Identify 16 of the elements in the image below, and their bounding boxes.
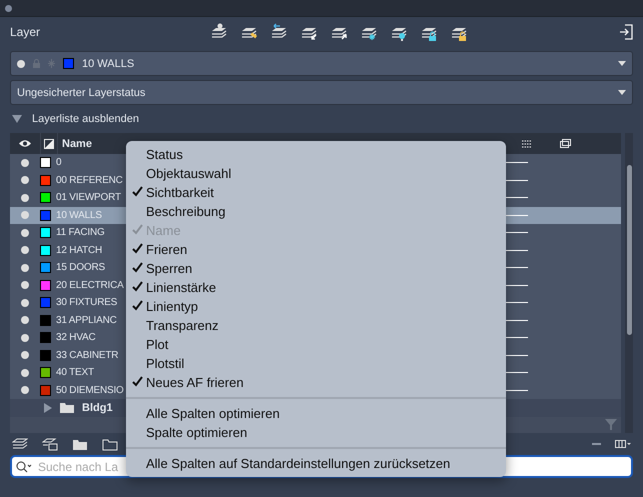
layer-name: 10 WALLS	[82, 58, 136, 70]
layer-name: 01 VIEWPORT	[56, 192, 121, 204]
layer-name: 31 APPLIANC	[56, 314, 117, 326]
layer-name: 12 HATCH	[56, 244, 102, 256]
layer-name: 11 FACING	[56, 227, 105, 238]
layer-name: 00 REFERENC	[56, 174, 123, 186]
layer-name: 50 DIEMENSIO	[56, 384, 124, 396]
layer-name: 0	[56, 157, 62, 168]
layer-name: 20 ELECTRICA	[56, 280, 124, 291]
layer-name: 32 HVAC	[56, 332, 96, 344]
layer-name: 33 CABINETR	[56, 350, 118, 361]
layer-name: 10 WALLS	[56, 210, 102, 221]
panel-title: Layer	[10, 25, 42, 39]
layer-name: 40 TEXT	[56, 367, 94, 378]
layer-name: 30 FIXTURES	[56, 297, 118, 308]
layer-name: 15 DOORS	[56, 262, 105, 274]
